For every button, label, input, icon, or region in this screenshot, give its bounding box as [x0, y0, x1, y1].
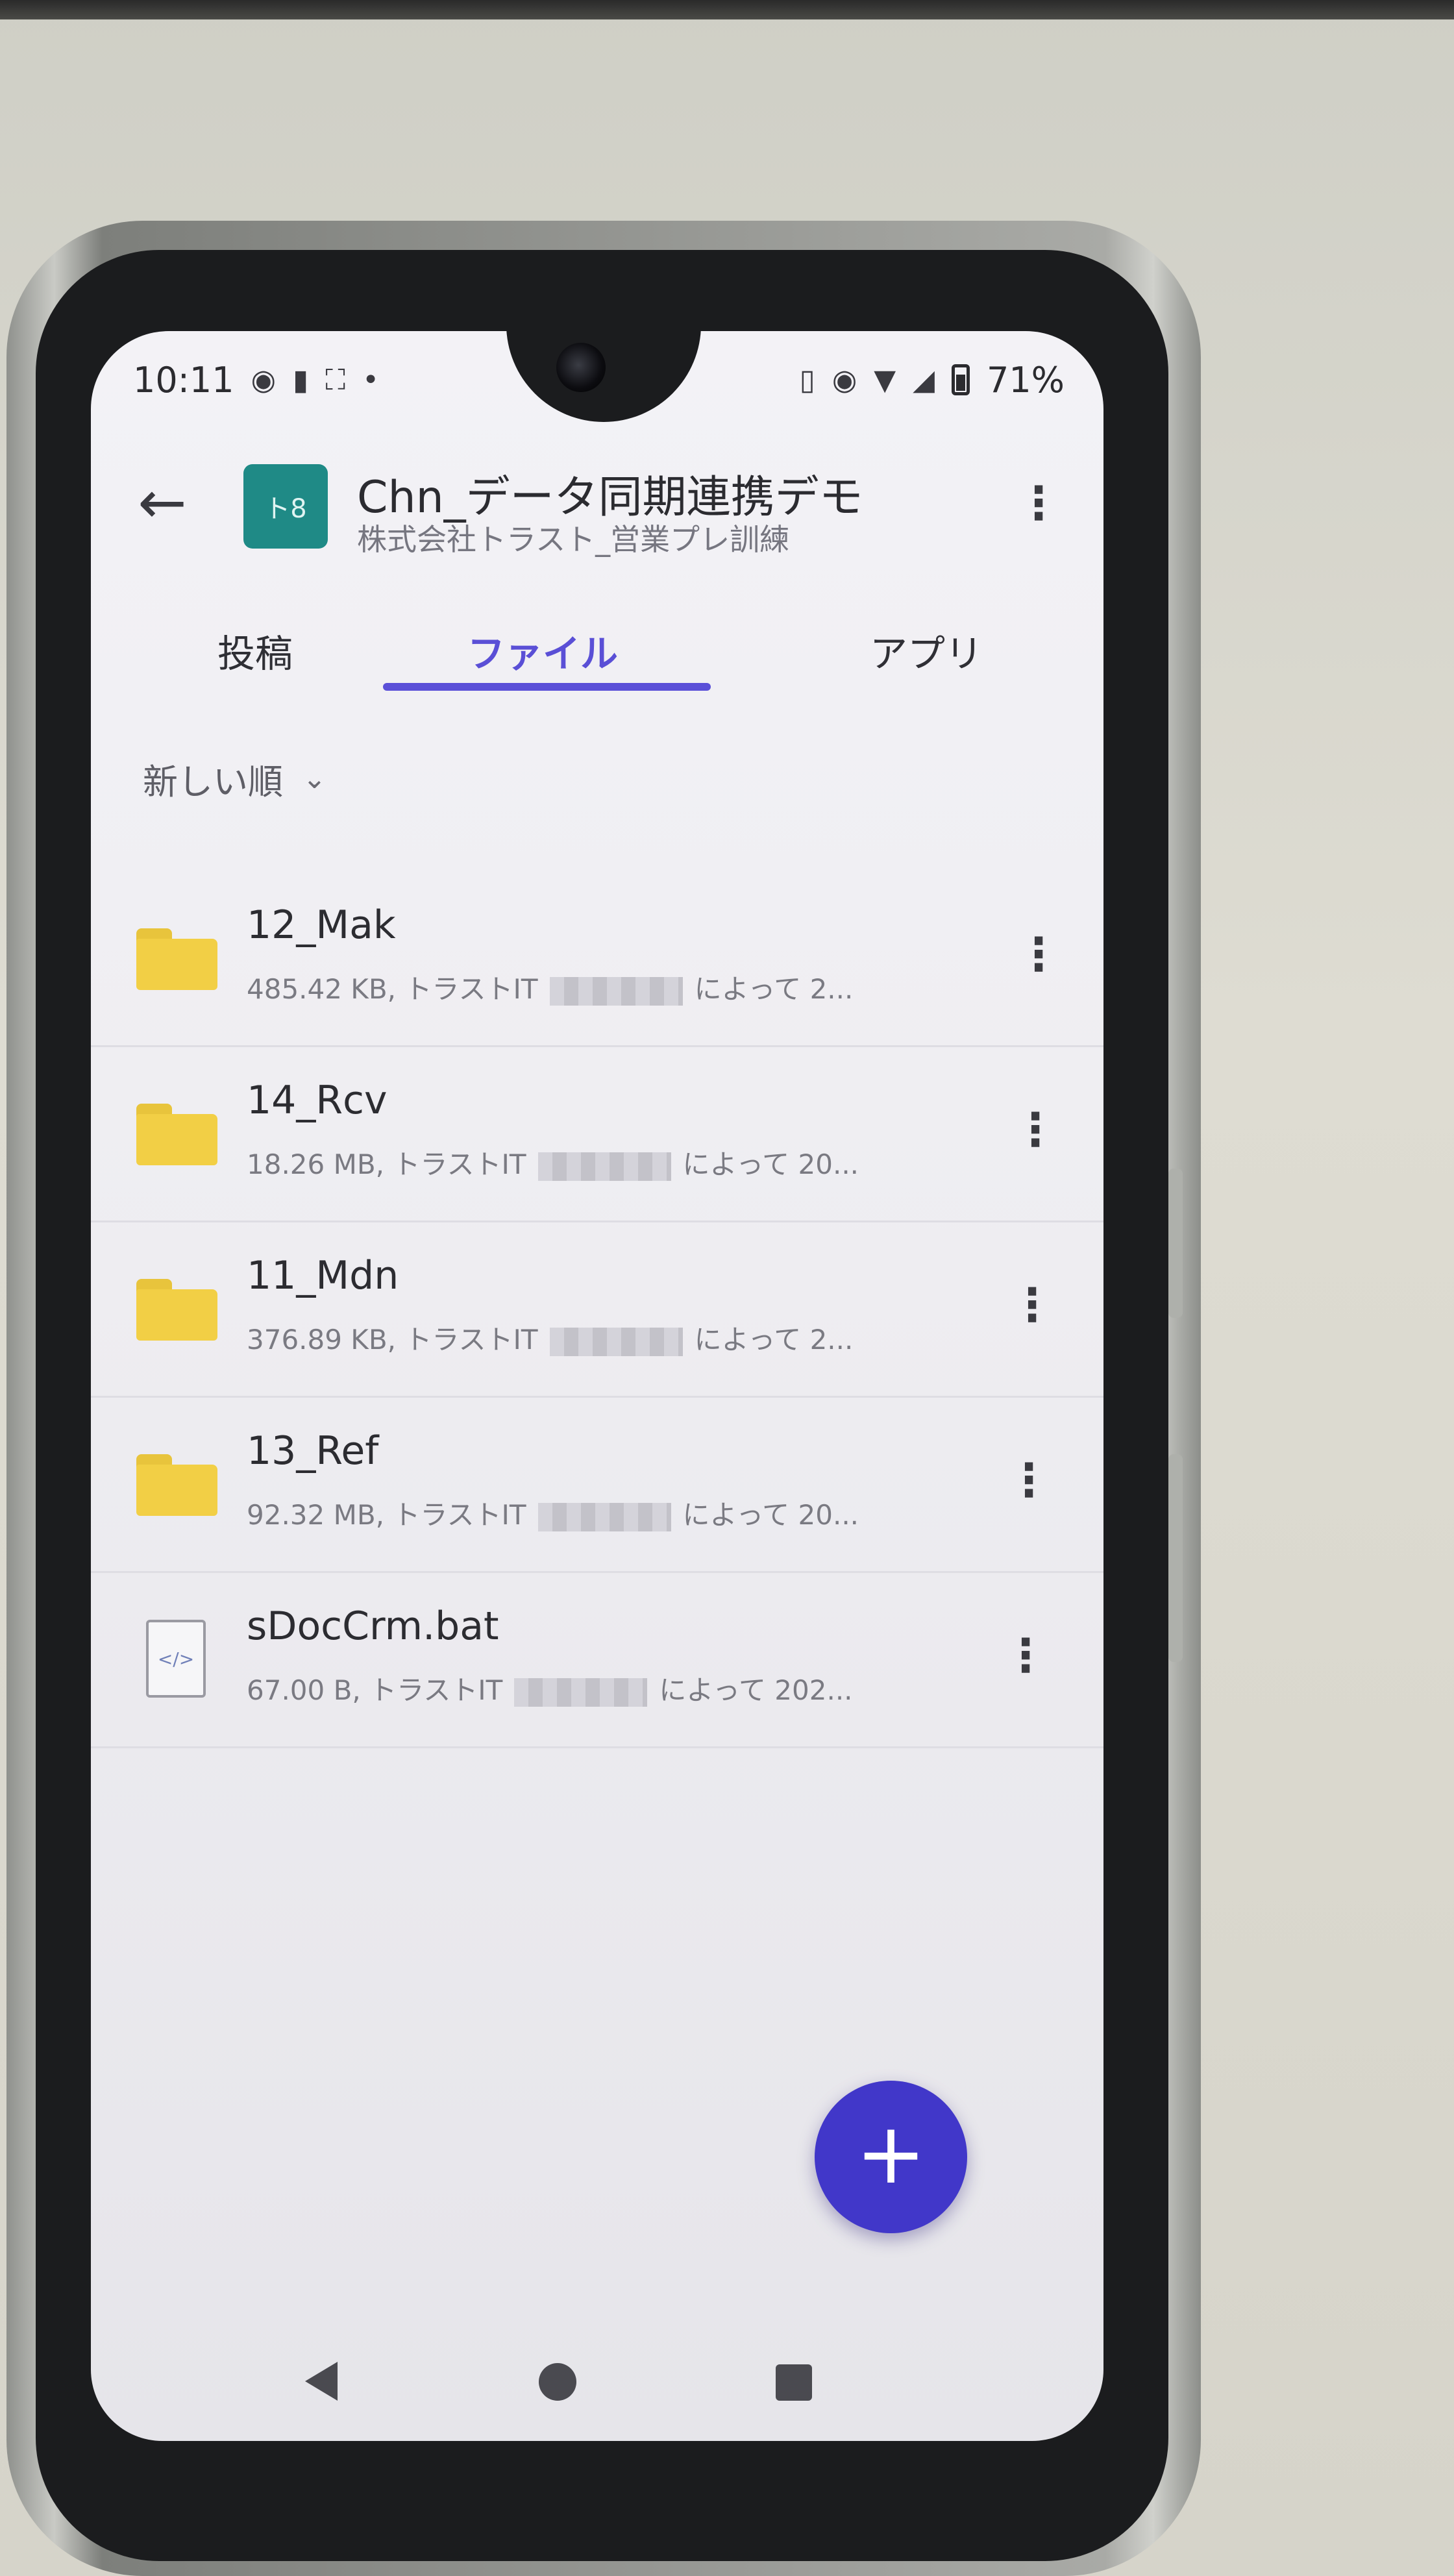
status-bar-left: 10:11 ◉ ▮ ⛶ •: [133, 357, 379, 402]
tab-apps[interactable]: アプリ: [870, 623, 983, 678]
nav-back-icon[interactable]: [305, 2362, 338, 2401]
code-file-icon: </>: [146, 1620, 206, 1698]
item-more-icon[interactable]: ⋮: [1013, 1097, 1058, 1162]
item-size: 92.32 MB, トラストIT: [247, 1499, 526, 1531]
item-name: 11_Mdn: [247, 1253, 399, 1298]
app-header: ← ト8 Chn_データ同期連携デモ 株式会社トラスト_営業プレ訓練 ⋮: [91, 435, 1103, 558]
item-more-icon[interactable]: ⋮: [1009, 1272, 1055, 1337]
team-avatar-text: ト8: [264, 494, 307, 524]
status-time: 10:11: [133, 359, 234, 401]
item-size: 67.00 B, トラストIT: [247, 1674, 503, 1706]
notification-dot-icon: ◉: [251, 363, 277, 397]
redacted-name: [537, 1502, 671, 1531]
more-dot-icon: •: [362, 363, 380, 397]
item-meta: 376.89 KB, トラストIT によって 2...: [247, 1318, 853, 1357]
chevron-down-icon: ⌄: [302, 762, 327, 795]
add-button[interactable]: +: [815, 2081, 967, 2233]
active-tab-indicator: [383, 683, 711, 691]
status-bar-right: ▯ ◉ ▼ ◢ 71%: [800, 357, 1065, 402]
redacted-name: [549, 976, 683, 1006]
item-more-icon[interactable]: ⋮: [1016, 922, 1061, 987]
vpn-icon: ⛶: [325, 363, 346, 397]
battery-percent: 71%: [986, 359, 1065, 401]
list-item[interactable]: 13_Ref 92.32 MB, トラストIT によって 20... ⋮: [91, 1396, 1103, 1573]
folder-icon: [136, 928, 217, 990]
sort-label: 新しい順: [143, 762, 283, 802]
signal-icon: ◢: [913, 363, 935, 397]
list-item[interactable]: 12_Mak 485.42 KB, トラストIT によって 2... ⋮: [91, 870, 1103, 1047]
back-arrow-icon[interactable]: ←: [133, 474, 191, 532]
more-options-icon[interactable]: ⋮: [1016, 471, 1061, 536]
folder-icon: [136, 1279, 217, 1341]
item-size: 376.89 KB, トラストIT: [247, 1324, 538, 1356]
power-button: [1168, 1454, 1183, 1662]
nav-recents-icon[interactable]: [776, 2364, 812, 2401]
item-size: 18.26 MB, トラストIT: [247, 1148, 526, 1180]
item-meta: 67.00 B, トラストIT によって 202...: [247, 1668, 853, 1708]
item-modified: によって 20...: [682, 1499, 859, 1531]
item-meta: 485.42 KB, トラストIT によって 2...: [247, 967, 853, 1007]
vibrate-icon: ▯: [799, 363, 815, 397]
tab-files[interactable]: ファイル: [467, 623, 618, 678]
item-name: 14_Rcv: [247, 1078, 388, 1123]
sim-icon: ▮: [293, 363, 309, 397]
folder-icon: [136, 1454, 217, 1516]
redacted-name: [514, 1678, 648, 1707]
list-item[interactable]: </> sDocCrm.bat 67.00 B, トラストIT によって 202.…: [91, 1571, 1103, 1748]
item-modified: によって 2...: [694, 973, 854, 1005]
item-size: 485.42 KB, トラストIT: [247, 973, 538, 1005]
list-item[interactable]: 14_Rcv 18.26 MB, トラストIT によって 20... ⋮: [91, 1045, 1103, 1222]
sort-dropdown[interactable]: 新しい順 ⌄: [143, 753, 327, 804]
eye-icon: ◉: [832, 363, 857, 397]
item-name: sDocCrm.bat: [247, 1604, 499, 1649]
redacted-name: [549, 1327, 683, 1356]
volume-button: [1168, 1169, 1183, 1318]
item-name: 12_Mak: [247, 902, 396, 948]
system-nav-bar: [91, 2337, 1103, 2415]
item-meta: 92.32 MB, トラストIT によって 20...: [247, 1493, 859, 1533]
tab-posts[interactable]: 投稿: [217, 623, 293, 678]
item-more-icon[interactable]: ⋮: [1003, 1623, 1048, 1688]
tab-bar: 投稿 ファイル アプリ: [91, 604, 1103, 695]
list-item[interactable]: 11_Mdn 376.89 KB, トラストIT によって 2... ⋮: [91, 1220, 1103, 1398]
item-meta: 18.26 MB, トラストIT によって 20...: [247, 1143, 859, 1182]
wifi-icon: ▼: [874, 363, 896, 397]
item-more-icon[interactable]: ⋮: [1006, 1448, 1052, 1513]
battery-icon: [951, 364, 970, 395]
team-avatar: ト8: [243, 464, 328, 549]
front-camera: [556, 343, 606, 392]
item-name: 13_Ref: [247, 1428, 379, 1474]
item-modified: によって 20...: [682, 1148, 859, 1180]
phone-screen: 10:11 ◉ ▮ ⛶ • ▯ ◉ ▼ ◢ 71% ← ト8 Chn_データ同期…: [91, 331, 1103, 2441]
monitor-edge: [0, 0, 1454, 19]
item-modified: によって 202...: [659, 1674, 853, 1706]
item-modified: によって 2...: [694, 1324, 854, 1356]
redacted-name: [537, 1152, 671, 1181]
folder-icon: [136, 1104, 217, 1165]
nav-home-icon[interactable]: [539, 2363, 576, 2401]
team-subtitle: 株式会社トラスト_営業プレ訓練: [357, 522, 790, 557]
